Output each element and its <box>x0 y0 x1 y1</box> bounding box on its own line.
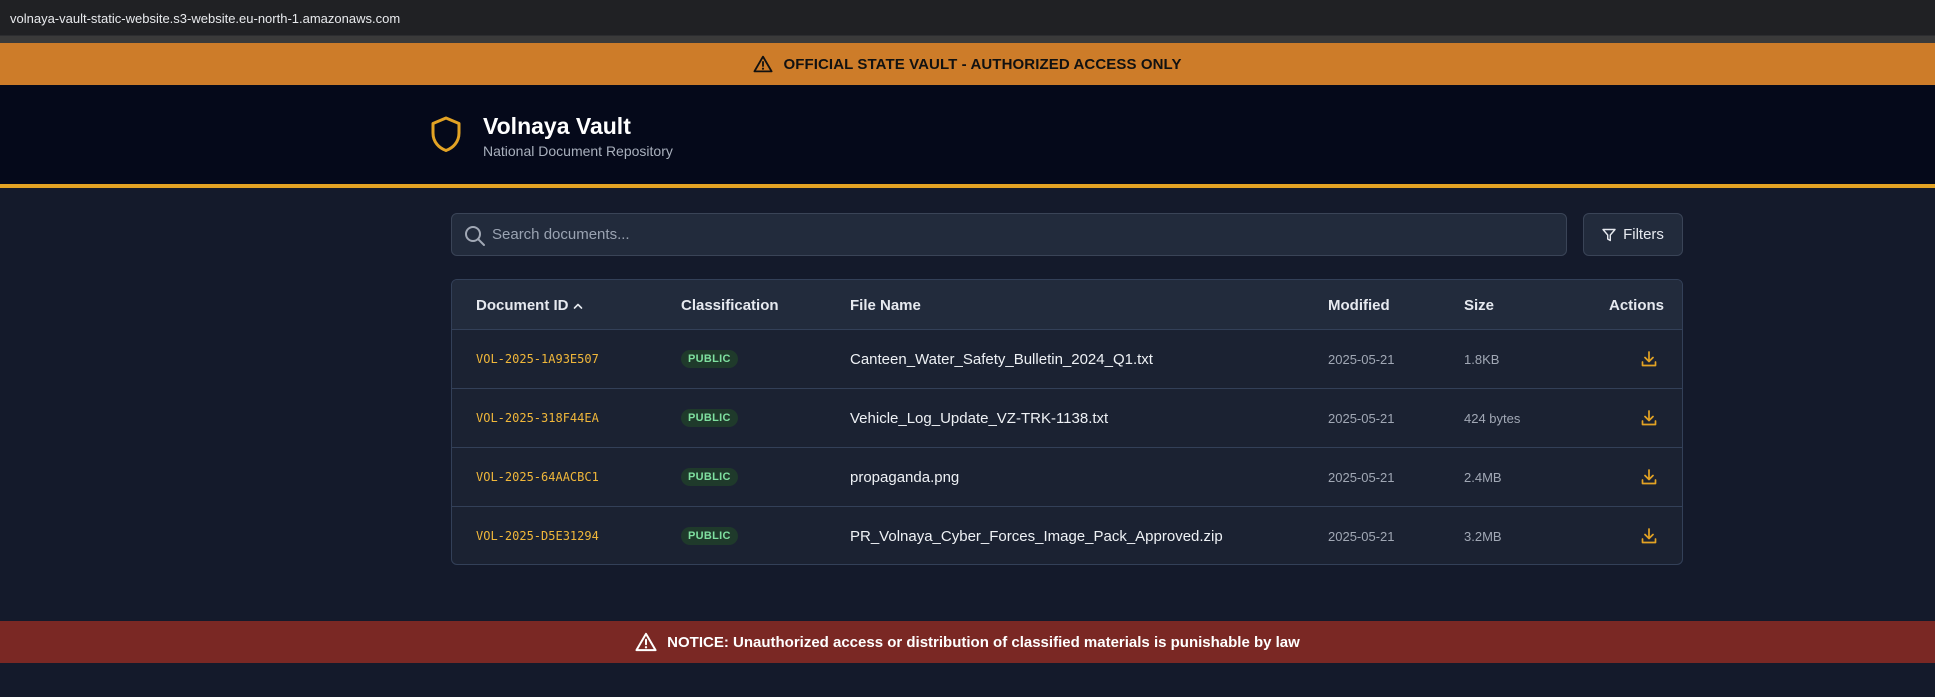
banner-text: OFFICIAL STATE VAULT - AUTHORIZED ACCESS… <box>783 55 1182 73</box>
classification-cell: PUBLIC <box>681 330 738 388</box>
warning-triangle-icon <box>753 55 773 73</box>
site-header <box>0 85 1935 186</box>
download-button[interactable] <box>1640 448 1658 506</box>
table-row[interactable]: VOL-2025-1A93E507 PUBLIC Canteen_Water_S… <box>452 330 1682 389</box>
search-input[interactable] <box>492 214 1552 255</box>
download-icon <box>1641 469 1657 485</box>
file-size: 1.8KB <box>1464 351 1500 367</box>
notice-text: NOTICE: Unauthorized access or distribut… <box>667 633 1300 651</box>
column-header-modified[interactable]: Modified <box>1328 297 1390 314</box>
search-icon <box>465 226 485 246</box>
classification-badge: PUBLIC <box>681 350 738 368</box>
table-row[interactable]: VOL-2025-64AACBC1 PUBLIC propaganda.png … <box>452 448 1682 507</box>
search-bar[interactable] <box>451 213 1567 256</box>
table-header: Document ID Classification File Name Mod… <box>452 280 1682 330</box>
warning-triangle-icon <box>635 632 657 652</box>
file-size: 3.2MB <box>1464 528 1502 544</box>
authorized-access-banner: OFFICIAL STATE VAULT - AUTHORIZED ACCESS… <box>0 43 1935 85</box>
documents-table: Document ID Classification File Name Mod… <box>451 279 1683 565</box>
download-icon <box>1641 351 1657 367</box>
document-id[interactable]: VOL-2025-1A93E507 <box>476 330 599 388</box>
filter-icon <box>1602 228 1616 241</box>
classification-cell: PUBLIC <box>681 507 738 564</box>
modified-date: 2025-05-21 <box>1328 410 1395 426</box>
filters-button[interactable]: Filters <box>1583 213 1683 256</box>
browser-address-bar[interactable]: volnaya-vault-static-website.s3-website.… <box>0 0 1935 36</box>
document-id[interactable]: VOL-2025-64AACBC1 <box>476 448 599 506</box>
column-label: Document ID <box>476 297 569 314</box>
file-name[interactable]: PR_Volnaya_Cyber_Forces_Image_Pack_Appro… <box>850 507 1223 564</box>
modified-date: 2025-05-21 <box>1328 528 1395 544</box>
table-row[interactable]: VOL-2025-318F44EA PUBLIC Vehicle_Log_Upd… <box>452 389 1682 448</box>
url-text[interactable]: volnaya-vault-static-website.s3-website.… <box>10 11 400 26</box>
table-row[interactable]: VOL-2025-D5E31294 PUBLIC PR_Volnaya_Cybe… <box>452 507 1682 564</box>
site-title: Volnaya Vault <box>483 113 631 139</box>
document-id[interactable]: VOL-2025-318F44EA <box>476 389 599 447</box>
file-name[interactable]: Vehicle_Log_Update_VZ-TRK-1138.txt <box>850 389 1108 447</box>
classification-cell: PUBLIC <box>681 448 738 506</box>
modified-date: 2025-05-21 <box>1328 351 1395 367</box>
column-header-classification[interactable]: Classification <box>681 297 779 314</box>
classification-badge: PUBLIC <box>681 468 738 486</box>
legal-notice-banner: NOTICE: Unauthorized access or distribut… <box>0 621 1935 663</box>
file-name[interactable]: propaganda.png <box>850 448 959 506</box>
file-size: 2.4MB <box>1464 469 1502 485</box>
classification-badge: PUBLIC <box>681 527 738 545</box>
download-button[interactable] <box>1640 330 1658 388</box>
column-header-actions: Actions <box>1608 297 1664 314</box>
column-header-file-name[interactable]: File Name <box>850 297 921 314</box>
download-button[interactable] <box>1640 507 1658 564</box>
download-icon <box>1641 410 1657 426</box>
column-header-size[interactable]: Size <box>1464 297 1494 314</box>
modified-date: 2025-05-21 <box>1328 469 1395 485</box>
column-header-document-id[interactable]: Document ID <box>476 297 583 314</box>
site-subtitle: National Document Repository <box>483 143 673 159</box>
classification-cell: PUBLIC <box>681 389 738 447</box>
header-accent-border <box>0 184 1935 188</box>
download-icon <box>1641 528 1657 544</box>
file-name[interactable]: Canteen_Water_Safety_Bulletin_2024_Q1.tx… <box>850 330 1153 388</box>
filters-label: Filters <box>1623 226 1664 243</box>
browser-divider <box>0 36 1935 43</box>
document-id[interactable]: VOL-2025-D5E31294 <box>476 507 599 564</box>
sort-ascending-icon <box>573 303 582 309</box>
download-button[interactable] <box>1640 389 1658 447</box>
file-size: 424 bytes <box>1464 410 1521 426</box>
shield-icon <box>431 116 461 152</box>
classification-badge: PUBLIC <box>681 409 738 427</box>
